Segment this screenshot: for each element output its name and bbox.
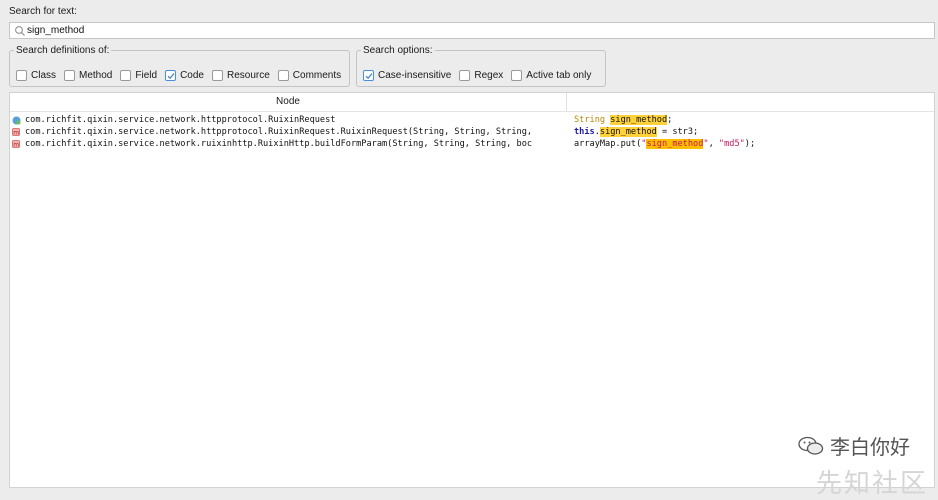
results-table: Node com.richfit.qixin.service.network.h… <box>9 92 935 488</box>
row-code-text: String sign_method; <box>574 115 934 126</box>
class-icon <box>12 116 21 125</box>
match-highlight: sign_method <box>599 127 657 137</box>
code-token: "md5" <box>718 139 745 149</box>
definitions-checkboxes: Class Method Field Code Resource Comments <box>16 70 349 81</box>
definitions-checkbox-class[interactable]: Class <box>16 70 56 81</box>
checkbox-label: Regex <box>474 70 504 81</box>
match-highlight: sign_method <box>610 115 668 125</box>
watermark-faint-text: 先知社区 <box>815 468 928 498</box>
search-input-container[interactable] <box>9 22 935 39</box>
checkbox-label: Code <box>180 70 204 81</box>
code-post: = str3; <box>656 127 699 137</box>
checkbox-unchecked-icon[interactable] <box>511 70 523 81</box>
checkbox-label: Case-insensitive <box>378 70 452 81</box>
code-prefix: arrayMap.put( <box>574 139 642 149</box>
row-node-text: com.richfit.qixin.service.network.httppr… <box>25 127 533 137</box>
row-node-text: com.richfit.qixin.service.network.httppr… <box>25 115 336 125</box>
code-prefix: String <box>574 115 606 125</box>
search-icon <box>15 26 25 36</box>
checkbox-unchecked-icon[interactable] <box>459 70 471 81</box>
table-header: Node <box>10 93 934 112</box>
definitions-checkbox-method[interactable]: Method <box>64 70 112 81</box>
match-highlight: sign_method <box>646 139 704 149</box>
checkbox-label: Resource <box>226 70 270 81</box>
search-options-group: Search options: Case-insensitive Regex Act… <box>356 45 606 87</box>
checkbox-label: Comments <box>292 70 342 81</box>
checkbox-checked-icon[interactable] <box>363 70 374 81</box>
definitions-checkbox-code[interactable]: Code <box>165 70 204 81</box>
code-token: , <box>708 139 719 149</box>
definitions-checkbox-resource[interactable]: Resource <box>211 70 270 81</box>
column-header-node[interactable]: Node <box>10 93 566 111</box>
search_options-checkbox-case-insensitive[interactable]: Case-insensitive <box>363 70 451 81</box>
checkbox-label: Class <box>31 70 57 81</box>
definitions-checkbox-comments[interactable]: Comments <box>277 70 342 81</box>
row-code-text: arrayMap.put("sign_method", "md5"); <box>574 139 934 150</box>
search-definitions-group: Search definitions of: Class Method Field C… <box>9 45 350 87</box>
table-row[interactable]: com.richfit.qixin.service.network.httppr… <box>10 115 934 126</box>
method-icon: m <box>12 140 21 149</box>
code-post: ; <box>667 115 673 125</box>
checkbox-unchecked-icon[interactable] <box>277 70 289 81</box>
search-definitions-legend: Search definitions of: <box>16 45 110 56</box>
checkbox-unchecked-icon[interactable] <box>16 70 27 81</box>
svg-text:m: m <box>13 142 19 149</box>
row-code-text: this.sign_method = str3; <box>574 127 934 138</box>
checkbox-unchecked-icon[interactable] <box>64 70 76 81</box>
code-post: ", "md5"); <box>703 139 755 149</box>
definitions-checkbox-field[interactable]: Field <box>120 70 157 81</box>
checkbox-checked-icon[interactable] <box>165 70 177 81</box>
search_options-checkbox-regex[interactable]: Regex <box>459 70 503 81</box>
watermark: 李白你好 <box>798 431 910 460</box>
checkbox-label: Method <box>79 70 113 81</box>
search-label: Search for text: <box>9 6 77 17</box>
search_options-checkbox-active-tab-only[interactable]: Active tab only <box>511 70 591 81</box>
search-input[interactable] <box>27 24 907 37</box>
search-options-legend: Search options: <box>363 45 433 56</box>
code-token: ); <box>744 139 756 149</box>
checkbox-label: Field <box>135 70 158 81</box>
checkbox-unchecked-icon[interactable] <box>211 70 223 81</box>
options-checkboxes: Case-insensitive Regex Active tab only <box>363 70 599 81</box>
watermark-text: 李白你好 <box>830 437 910 459</box>
svg-text:m: m <box>13 130 19 137</box>
column-divider[interactable] <box>566 93 567 111</box>
code-prefix: this <box>574 127 595 137</box>
checkbox-label: Active tab only <box>526 70 592 81</box>
table-row[interactable]: m com.richfit.qixin.service.network.httpp… <box>10 127 934 138</box>
checkbox-unchecked-icon[interactable] <box>120 70 132 81</box>
table-row[interactable]: m com.richfit.qixin.service.network.ruixi… <box>10 139 934 150</box>
method-icon: m <box>12 128 21 137</box>
wechat-icon <box>798 436 824 455</box>
row-node-text: com.richfit.qixin.service.network.ruixin… <box>25 139 533 149</box>
